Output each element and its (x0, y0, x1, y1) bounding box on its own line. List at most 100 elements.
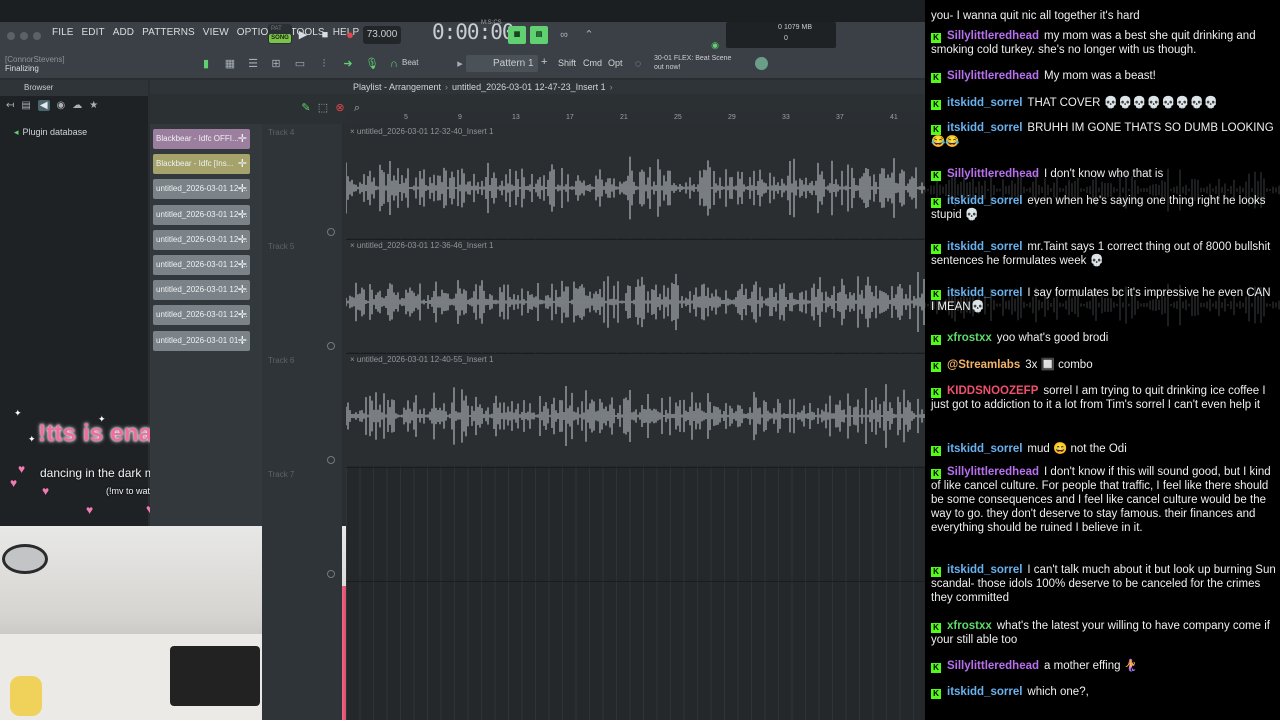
clip-add-icon[interactable]: ✛ (238, 305, 247, 325)
track-knob[interactable] (327, 342, 335, 350)
clip-add-icon[interactable]: ✛ (238, 205, 247, 225)
magnet-icon[interactable]: ∩ (386, 56, 402, 72)
clip-item[interactable]: untitled_2026-03-01 01... ✛ (153, 330, 250, 351)
piano-roll-icon[interactable]: ▦ (222, 56, 238, 72)
play-button[interactable]: ▶ (294, 26, 312, 44)
account-icon[interactable] (755, 57, 768, 70)
chat-username[interactable]: KIDDSNOOZEFP (947, 385, 1038, 397)
wait-record-icon[interactable]: ▤ (530, 26, 548, 44)
chat-username[interactable]: Sillylittleredhead (947, 30, 1039, 42)
clip-add-icon[interactable]: ✛ (238, 129, 247, 149)
chat-username[interactable]: itskidd_sorrel (947, 97, 1022, 109)
clip-add-icon[interactable]: ✛ (238, 179, 247, 199)
browser-tab-favorites-icon[interactable]: ★ (89, 100, 98, 111)
ruler-tick: 13 (512, 114, 520, 121)
channel-rack-icon[interactable]: ☰ (245, 56, 261, 72)
song-pattern-toggle[interactable]: PAT SONG (268, 24, 292, 44)
kick-badge-icon: K (931, 689, 941, 699)
volume-knob-icon[interactable]: ◉ (706, 36, 724, 54)
mixer-icon[interactable]: ▮ (198, 56, 214, 72)
metronome-icon[interactable]: ▦ (508, 26, 526, 44)
clip-add-icon[interactable]: ✛ (238, 280, 247, 300)
select-tool-icon[interactable]: ⬚ (315, 100, 331, 116)
chat-username[interactable]: Sillylittleredhead (947, 70, 1039, 82)
add-pattern-button[interactable]: + (541, 56, 547, 68)
record-button[interactable]: ● (341, 26, 359, 44)
clip-item[interactable]: untitled_2026-03-01 12-... ✛ (153, 204, 250, 225)
stop-button[interactable]: ■ (316, 26, 334, 44)
chat-username[interactable]: itskidd_sorrel (947, 443, 1022, 455)
browser-tab-back-icon[interactable]: ↤ (6, 100, 14, 111)
track-knob[interactable] (327, 456, 335, 464)
chat-username[interactable]: Sillylittleredhead (947, 466, 1039, 478)
shift-modifier[interactable]: Shift (558, 58, 576, 68)
browser-title[interactable]: Browser (0, 80, 148, 96)
browser-tab-cloud-icon[interactable]: ☁ (72, 100, 82, 111)
clip-item[interactable]: untitled_2026-03-01 12-... ✛ (153, 280, 250, 301)
news-icon[interactable]: ◌ (630, 56, 646, 72)
draw-tool-icon[interactable]: ✎ (298, 100, 314, 116)
window-dot[interactable] (20, 32, 28, 40)
clip-item[interactable]: untitled_2026-03-01 12-... ✛ (153, 179, 250, 200)
tempo-display[interactable]: 73.000 (363, 26, 401, 44)
clip-add-icon[interactable]: ✛ (238, 154, 247, 174)
clip-item[interactable]: Blackbear - Idfc [Ins... ✛ (153, 154, 250, 175)
track-knob[interactable] (327, 228, 335, 236)
chat-username[interactable]: @Streamlabs (947, 359, 1020, 371)
snap-selector[interactable]: Beat (402, 58, 418, 67)
ceiling-light (2, 544, 48, 574)
chat-text: THAT COVER 💀💀💀💀💀💀💀💀 (1027, 97, 1219, 109)
loop-record-icon[interactable]: ∞ (555, 26, 573, 44)
browser-icon[interactable]: ▭ (292, 56, 308, 72)
clip-add-icon[interactable]: ✛ (238, 230, 247, 250)
browser-tab-sounds-icon[interactable]: ◉ (57, 100, 66, 111)
menu-patterns[interactable]: PATTERNS (142, 27, 195, 38)
cmd-modifier[interactable]: Cmd (583, 58, 602, 68)
playlist-icon[interactable]: ⊞ (268, 56, 284, 72)
chat-username[interactable]: itskidd_sorrel (947, 686, 1022, 698)
chat-username[interactable]: Sillylittleredhead (947, 660, 1039, 672)
timeline-ruler[interactable]: 5913172125293337414549 (346, 112, 1006, 126)
chat-username[interactable]: itskidd_sorrel (947, 241, 1022, 253)
menu-add[interactable]: ADD (113, 27, 134, 38)
track-label[interactable]: Track 7 (268, 470, 294, 479)
chat-message: Kitskidd_sorrel THAT COVER 💀💀💀💀💀💀💀💀 (931, 96, 1276, 110)
menu-view[interactable]: VIEW (203, 27, 229, 38)
clip-item[interactable]: untitled_2026-03-01 12-... ✛ (153, 229, 250, 250)
clip-add-icon[interactable]: ✛ (238, 331, 247, 351)
chat-message: K Sillylittleredhead a mother effing 🧜‍♀️ (931, 659, 1276, 673)
plugin-database-item[interactable]: ◂ Plugin database (14, 127, 87, 138)
track-knob[interactable] (327, 570, 335, 578)
chat-username[interactable]: xfrostxx (947, 332, 992, 344)
window-dot[interactable] (33, 32, 41, 40)
plugin-picker-icon[interactable]: ⫶ (316, 56, 332, 72)
microphone-icon[interactable]: 🎙 (364, 56, 380, 72)
chat-username[interactable]: itskidd_sorrel (947, 564, 1022, 576)
news-ticker[interactable]: 30-01 FLEX: Beat Scene out now! (654, 54, 744, 72)
kick-badge-icon: K (931, 335, 941, 345)
menu-edit[interactable]: EDIT (82, 27, 105, 38)
pattern-selector[interactable]: Pattern 1 (466, 55, 538, 72)
clip-item[interactable]: untitled_2026-03-01 12-... ✛ (153, 255, 250, 275)
browser-tab-plugins-icon[interactable]: ◀ (37, 100, 50, 111)
chat-text: you- I wanna quit nic all together it's … (931, 10, 1140, 22)
clip-name: untitled_2026-03-01 12-... (156, 234, 248, 244)
heart-icon: ♥ (86, 503, 94, 517)
menu-file[interactable]: FILE (52, 27, 74, 38)
clip-item[interactable]: untitled_2026-03-01 12-... ✛ (153, 305, 250, 326)
chat-username[interactable]: itskidd_sorrel (947, 195, 1022, 207)
window-dot[interactable] (7, 32, 15, 40)
browser-tab-files-icon[interactable]: ▤ (21, 100, 30, 111)
opt-modifier[interactable]: Opt (608, 58, 623, 68)
chat-username[interactable]: itskidd_sorrel (947, 122, 1022, 134)
clip-item[interactable]: Blackbear - Idfc OFFI... ✛ (153, 129, 250, 149)
chat-username[interactable]: Sillylittleredhead (947, 168, 1039, 180)
clip-add-icon[interactable]: ✛ (238, 255, 247, 275)
track-label[interactable]: Track 6 (268, 356, 294, 365)
chat-username[interactable]: itskidd_sorrel (947, 287, 1022, 299)
step-edit-icon[interactable]: ⌃ (580, 26, 598, 44)
chat-username[interactable]: xfrostxx (947, 620, 992, 632)
track-label[interactable]: Track 5 (268, 242, 294, 251)
arrow-icon[interactable]: ➜ (340, 56, 356, 72)
track-label[interactable]: Track 4 (268, 128, 294, 137)
